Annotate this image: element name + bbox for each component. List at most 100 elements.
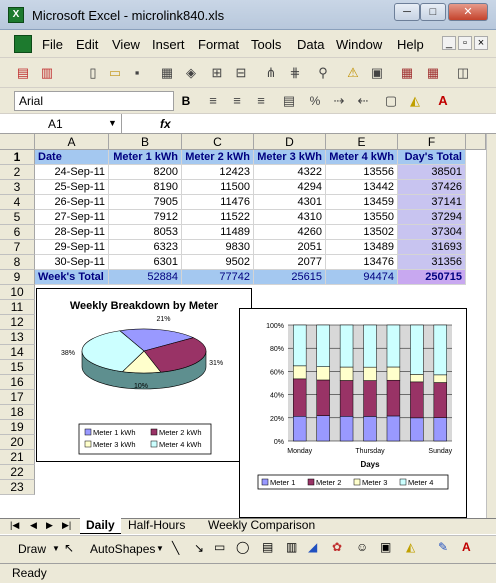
cell[interactable]: 8200 [109, 165, 182, 180]
autoshapes-dropdown-icon[interactable]: ▼ [156, 544, 164, 553]
arrow-icon[interactable]: ↘ [194, 541, 204, 555]
decrease-decimal-icon[interactable]: ⇠ [354, 92, 372, 110]
evaluate-icon[interactable]: ⚲ [314, 64, 332, 82]
worksheet-grid[interactable]: A B C D E F 1 2 3 4 5 6 7 8 9 10 11 12 13 14 15 16 17 18 1… [0, 134, 486, 518]
row-header[interactable]: 20 [0, 435, 35, 450]
tab-first-icon[interactable]: |◀ [10, 518, 19, 533]
col-header-c[interactable]: C [182, 134, 254, 150]
pdf-icon[interactable]: ▤ [14, 64, 32, 82]
cell[interactable]: 13556 [326, 165, 398, 180]
font-color-draw-icon[interactable]: A [462, 540, 471, 554]
trace-dependents-icon[interactable]: ⊟ [232, 64, 250, 82]
cell[interactable]: 13550 [326, 210, 398, 225]
cell[interactable]: 13442 [326, 180, 398, 195]
cell[interactable]: 8053 [109, 225, 182, 240]
minimize-button[interactable]: ─ [394, 3, 420, 21]
bold-button[interactable]: B [176, 91, 196, 111]
menu-help[interactable]: Help [397, 37, 424, 52]
row-header[interactable]: 18 [0, 405, 35, 420]
table-icon[interactable]: ▦ [398, 64, 416, 82]
cell[interactable]: 4260 [254, 225, 326, 240]
select-all-corner[interactable] [0, 134, 35, 150]
name-box-dropdown-icon[interactable]: ▼ [108, 118, 117, 128]
row-header[interactable]: 6 [0, 225, 35, 240]
trace-precedents-icon[interactable]: ⊞ [208, 64, 226, 82]
cell[interactable]: 37426 [398, 180, 466, 195]
draw-menu[interactable]: Draw [18, 542, 46, 556]
cell[interactable]: 37294 [398, 210, 466, 225]
row-header[interactable]: 13 [0, 330, 35, 345]
vertical-scrollbar[interactable] [486, 134, 496, 518]
maximize-button[interactable]: □ [420, 3, 446, 21]
row-header[interactable]: 22 [0, 465, 35, 480]
cell[interactable]: 11522 [182, 210, 254, 225]
menu-edit[interactable]: Edit [76, 37, 98, 52]
cell[interactable]: 26-Sep-11 [35, 195, 109, 210]
cell[interactable]: 38501 [398, 165, 466, 180]
row-header[interactable]: 10 [0, 285, 35, 300]
col-header-b[interactable]: B [109, 134, 182, 150]
doc-close-icon[interactable]: × [474, 36, 488, 50]
cell[interactable]: 52884 [109, 270, 182, 285]
save-icon[interactable]: ▪ [128, 64, 146, 82]
row-header[interactable]: 21 [0, 450, 35, 465]
col-header-e[interactable]: E [326, 134, 398, 150]
cell[interactable]: 12423 [182, 165, 254, 180]
cell[interactable]: Meter 1 kWh [109, 150, 182, 165]
workbook-icon[interactable] [14, 35, 32, 53]
tab-weekly-comparison[interactable]: Weekly Comparison [208, 518, 315, 533]
tab-prev-icon[interactable]: ◀ [30, 518, 37, 533]
cell[interactable]: 29-Sep-11 [35, 240, 109, 255]
cell[interactable]: 6301 [109, 255, 182, 270]
row-header[interactable]: 16 [0, 375, 35, 390]
font-color-icon[interactable]: A [434, 92, 452, 110]
autoshapes-menu[interactable]: AutoShapes [90, 542, 155, 556]
remove-arrows-icon[interactable]: ⋔ [262, 64, 280, 82]
row-header[interactable]: 5 [0, 210, 35, 225]
col-header-a[interactable]: A [35, 134, 109, 150]
row-header[interactable]: 4 [0, 195, 35, 210]
menu-data[interactable]: Data [297, 37, 324, 52]
row-header[interactable]: 15 [0, 360, 35, 375]
pie-chart[interactable]: Weekly Breakdown by Meter 21% 31% 10% 38% M… [36, 288, 252, 462]
cell[interactable]: 13502 [326, 225, 398, 240]
cell[interactable]: 25615 [254, 270, 326, 285]
cell[interactable]: 77742 [182, 270, 254, 285]
oval-icon[interactable]: ◯ [236, 540, 249, 554]
cell[interactable]: 13489 [326, 240, 398, 255]
cell[interactable]: 27-Sep-11 [35, 210, 109, 225]
fill-color-draw-icon[interactable]: ◭ [406, 540, 415, 554]
select-pointer-icon[interactable]: ↖ [64, 541, 74, 555]
tool-icon[interactable]: ◈ [182, 64, 200, 82]
cell[interactable]: 13459 [326, 195, 398, 210]
cell[interactable]: 31693 [398, 240, 466, 255]
cell[interactable]: Date [35, 150, 109, 165]
align-center-icon[interactable]: ≡ [228, 92, 246, 110]
textbox-icon[interactable]: ▤ [262, 540, 273, 554]
print-icon[interactable]: ▦ [158, 64, 176, 82]
fill-color-icon[interactable]: ◭ [406, 92, 424, 110]
cell[interactable]: Week's Total [35, 270, 109, 285]
line-icon[interactable]: ╲ [172, 541, 179, 555]
row-header[interactable]: 19 [0, 420, 35, 435]
tab-half-hours[interactable]: Half-Hours [128, 518, 185, 533]
menu-file[interactable]: File [42, 37, 63, 52]
cell[interactable]: Meter 2 kWh [182, 150, 254, 165]
error-check-icon[interactable]: ⚠ [344, 64, 362, 82]
cell[interactable]: 4310 [254, 210, 326, 225]
name-box[interactable]: A1 [0, 114, 122, 134]
borders-icon[interactable]: ▢ [382, 92, 400, 110]
menu-format[interactable]: Format [198, 37, 239, 52]
row-header[interactable]: 8 [0, 255, 35, 270]
picture-icon[interactable]: ▣ [380, 540, 391, 554]
col-header-d[interactable]: D [254, 134, 326, 150]
align-left-icon[interactable]: ≡ [204, 92, 222, 110]
cell[interactable]: Meter 4 kWh [326, 150, 398, 165]
cell[interactable]: 25-Sep-11 [35, 180, 109, 195]
cell[interactable]: 11489 [182, 225, 254, 240]
cell[interactable]: Meter 3 kWh [254, 150, 326, 165]
row-header[interactable]: 14 [0, 345, 35, 360]
row-header[interactable]: 12 [0, 315, 35, 330]
cell[interactable]: 24-Sep-11 [35, 165, 109, 180]
row-header[interactable]: 11 [0, 300, 35, 315]
